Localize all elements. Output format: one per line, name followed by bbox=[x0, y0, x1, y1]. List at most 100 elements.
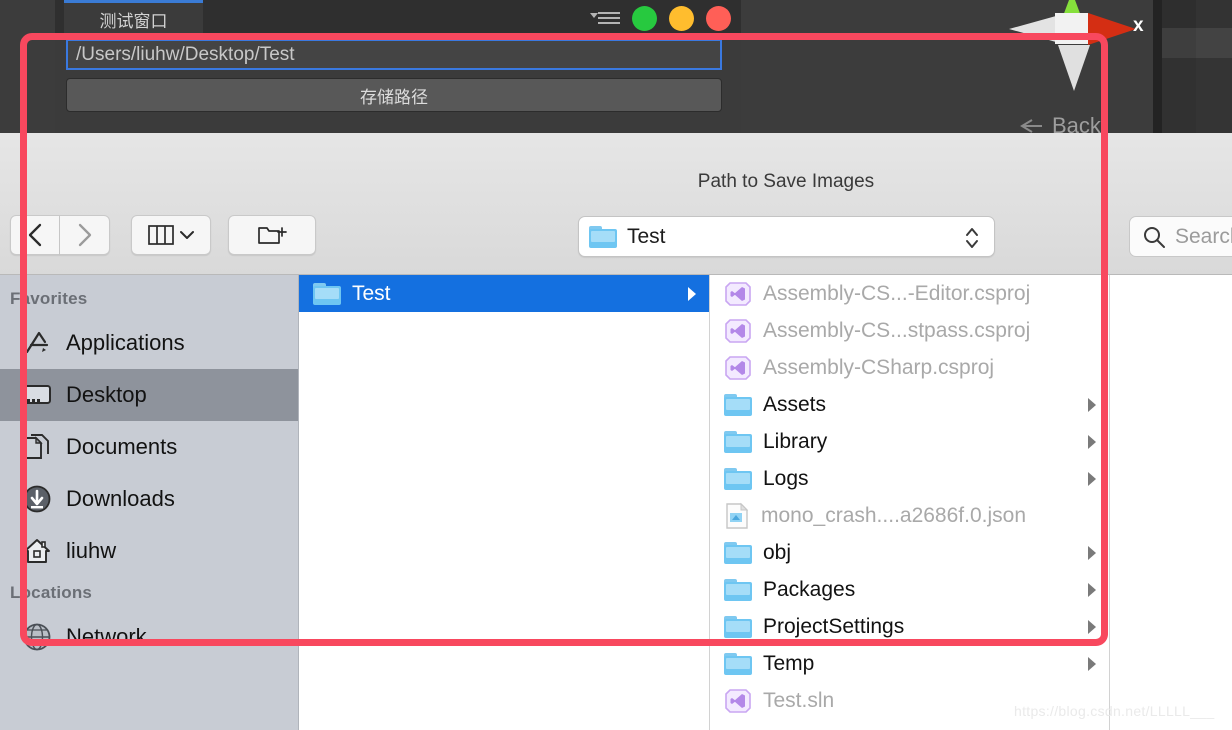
file-row-label: Assembly-CS...stpass.csproj bbox=[763, 318, 1031, 342]
sidebar-item-applications[interactable]: Applications bbox=[0, 317, 298, 369]
sidebar-item-downloads[interactable]: Downloads bbox=[0, 473, 298, 525]
gizmo-center-cube-icon[interactable] bbox=[1055, 13, 1088, 44]
sidebar-item-desktop[interactable]: Desktop bbox=[0, 369, 298, 421]
desktop-icon bbox=[23, 385, 51, 404]
dialog-header: Path to Save Images Test Searc bbox=[0, 133, 1232, 275]
table-row[interactable]: mono_crash....a2686f.0.json bbox=[710, 497, 1109, 534]
screen-root: 测试窗口 /Users/liuhw/Desktop/Test 存储路径 x Ba… bbox=[0, 0, 1232, 730]
table-row[interactable]: Test bbox=[299, 275, 709, 312]
new-folder-icon bbox=[258, 227, 287, 244]
sidebar-item-label: Desktop bbox=[66, 382, 147, 407]
sidebar-item-network[interactable]: Network bbox=[0, 611, 298, 663]
new-folder-button[interactable] bbox=[228, 215, 316, 255]
up-down-stepper-icon[interactable] bbox=[964, 225, 980, 251]
gizmo-x-axis-label: x bbox=[1133, 15, 1144, 36]
path-input[interactable]: /Users/liuhw/Desktop/Test bbox=[66, 39, 722, 70]
folder-icon bbox=[724, 615, 752, 638]
file-row-label: Temp bbox=[763, 651, 815, 675]
scene-view-gizmo[interactable]: x Back bbox=[1000, 0, 1150, 138]
table-row[interactable]: Temp bbox=[710, 645, 1109, 682]
file-row-label: Test.sln bbox=[763, 688, 835, 712]
sidebar-section-heading: Favorites bbox=[10, 289, 88, 308]
nav-button-group bbox=[10, 215, 110, 255]
folder-icon bbox=[589, 225, 617, 248]
sidebar-item-label: Applications bbox=[66, 330, 185, 355]
network-globe-icon bbox=[23, 623, 51, 651]
sidebar: Favorites Applications Desktop Documents Dow… bbox=[0, 275, 299, 730]
unity-panel-divider bbox=[1153, 0, 1162, 133]
folder-icon bbox=[724, 393, 752, 416]
chevron-right-icon bbox=[1088, 471, 1096, 486]
chevron-right-icon bbox=[1088, 397, 1096, 412]
search-placeholder: Search bbox=[1175, 224, 1232, 248]
unity-window-body: /Users/liuhw/Desktop/Test 存储路径 bbox=[55, 36, 741, 133]
downloads-icon bbox=[22, 484, 52, 514]
network-globe-icon bbox=[22, 622, 52, 652]
applications-icon bbox=[22, 328, 52, 358]
file-row-label: Assembly-CSharp.csproj bbox=[763, 355, 995, 379]
file-row-label: Library bbox=[763, 429, 828, 453]
folder-icon bbox=[313, 282, 341, 305]
column-middle: Test bbox=[299, 275, 710, 730]
minimize-green-dot[interactable] bbox=[632, 5, 657, 31]
table-row[interactable]: Assembly-CS...-Editor.csproj bbox=[710, 275, 1109, 312]
save-path-button-label: 存储路径 bbox=[360, 87, 428, 107]
close-red-dot[interactable] bbox=[706, 5, 731, 31]
file-row-label: mono_crash....a2686f.0.json bbox=[761, 503, 1027, 527]
chevron-right-icon bbox=[688, 286, 696, 301]
column-view-icon bbox=[148, 225, 174, 245]
table-row[interactable]: Packages bbox=[710, 571, 1109, 608]
table-row[interactable]: Library bbox=[710, 423, 1109, 460]
visual-studio-icon bbox=[725, 355, 751, 380]
unity-window-tab-label: 测试窗口 bbox=[99, 12, 168, 31]
table-row[interactable]: ProjectSettings bbox=[710, 608, 1109, 645]
unity-window-tab[interactable]: 测试窗口 bbox=[64, 0, 203, 36]
downloads-icon bbox=[23, 485, 51, 513]
column-right: Assembly-CS...-Editor.csproj Assembly-CS.… bbox=[710, 275, 1110, 730]
unity-right-panel bbox=[1162, 0, 1232, 133]
view-mode-button[interactable] bbox=[131, 215, 211, 255]
unity-editor-window: 测试窗口 /Users/liuhw/Desktop/Test 存储路径 bbox=[55, 0, 741, 133]
table-row[interactable]: obj bbox=[710, 534, 1109, 571]
home-icon bbox=[24, 539, 50, 563]
menu-icon[interactable] bbox=[590, 12, 620, 24]
back-arrow-icon bbox=[1020, 119, 1042, 133]
forward-button[interactable] bbox=[60, 215, 110, 255]
sidebar-item-liuhw[interactable]: liuhw bbox=[0, 525, 298, 577]
sidebar-section-heading: Locations bbox=[10, 583, 93, 602]
maximize-yellow-dot[interactable] bbox=[669, 5, 694, 31]
sidebar-item-documents[interactable]: Documents bbox=[0, 421, 298, 473]
file-row-label: Assets bbox=[763, 392, 827, 416]
chevron-right-icon bbox=[1088, 434, 1096, 449]
path-popup-button[interactable]: Test bbox=[578, 216, 995, 257]
sidebar-item-label: Downloads bbox=[66, 486, 175, 511]
gizmo-negative-y-cone-icon[interactable] bbox=[1058, 45, 1090, 91]
visual-studio-icon bbox=[725, 281, 751, 306]
table-row[interactable]: Logs bbox=[710, 460, 1109, 497]
home-icon bbox=[22, 536, 52, 566]
table-row[interactable]: Assembly-CSharp.csproj bbox=[710, 349, 1109, 386]
folder-icon bbox=[724, 652, 752, 675]
desktop-icon bbox=[22, 380, 52, 410]
table-row[interactable]: Assets bbox=[710, 386, 1109, 423]
save-file-dialog: Path to Save Images Test Searc Favorites… bbox=[0, 133, 1232, 730]
gizmo-negative-x-cone-icon[interactable] bbox=[1009, 16, 1056, 42]
watermark: https://blog.csdn.net/LLLLL___ bbox=[1014, 703, 1215, 719]
dialog-title: Path to Save Images bbox=[697, 171, 875, 192]
unity-window-tabbar: 测试窗口 bbox=[55, 0, 741, 36]
path-popup-value: Test bbox=[627, 224, 666, 248]
save-path-button[interactable]: 存储路径 bbox=[66, 78, 722, 112]
applications-icon bbox=[25, 331, 49, 354]
sidebar-item-label: Network bbox=[66, 624, 147, 649]
file-row-label: Assembly-CS...-Editor.csproj bbox=[763, 281, 1031, 305]
gizmo-x-cone-icon[interactable] bbox=[1088, 13, 1136, 45]
back-button[interactable] bbox=[10, 215, 60, 255]
folder-icon bbox=[724, 578, 752, 601]
documents-icon bbox=[22, 432, 52, 462]
file-row-label: ProjectSettings bbox=[763, 614, 905, 638]
table-row[interactable]: Assembly-CS...stpass.csproj bbox=[710, 312, 1109, 349]
json-file-icon bbox=[726, 502, 749, 529]
chevron-left-icon bbox=[28, 223, 42, 247]
search-field[interactable]: Search bbox=[1129, 216, 1232, 257]
folder-icon bbox=[724, 467, 752, 490]
